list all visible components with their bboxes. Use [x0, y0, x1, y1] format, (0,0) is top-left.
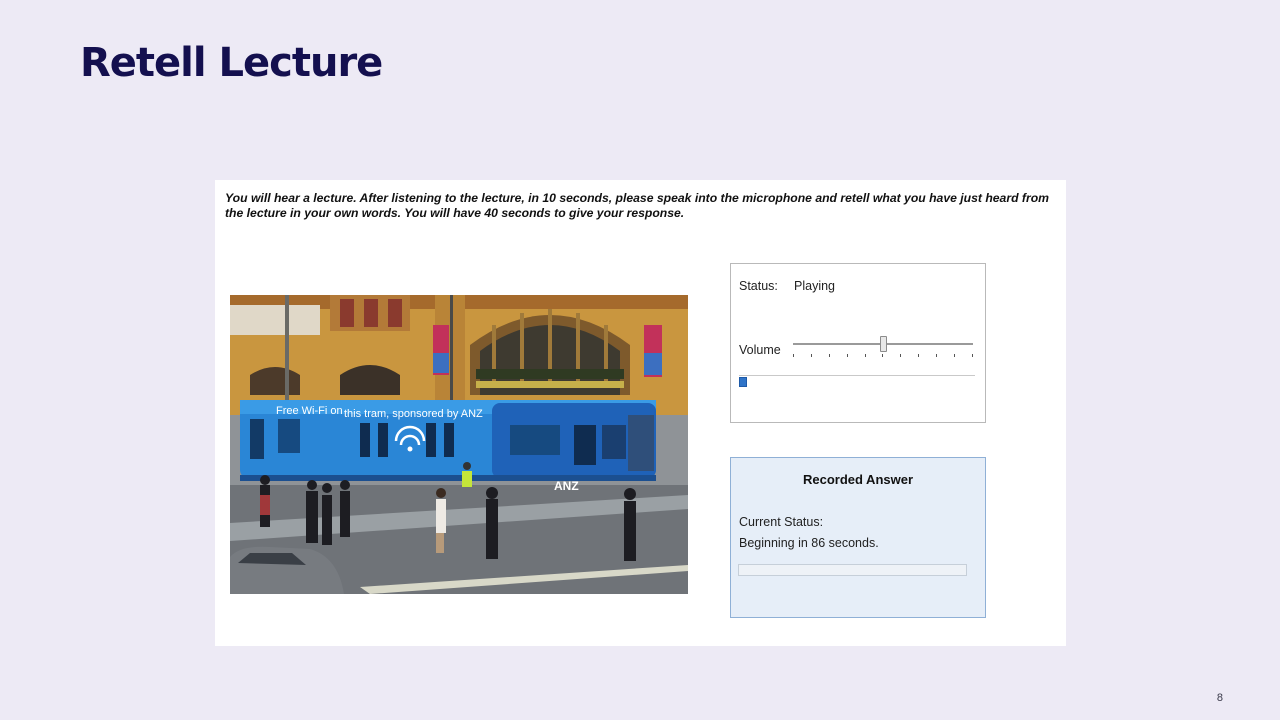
recorded-answer-title: Recorded Answer — [802, 472, 914, 487]
playback-progress-track — [739, 375, 975, 376]
tram-scene-image: Free Wi-Fi on this tram, sponsored by AN… — [230, 295, 688, 594]
audio-player: Status: Playing Volume — [730, 263, 986, 423]
current-status-label: Current Status: — [739, 515, 824, 529]
status-value: Playing — [794, 279, 835, 293]
tram-text-2: this tram, sponsored by ANZ — [344, 408, 483, 420]
recorded-answer-panel: Recorded Answer Current Status: Beginnin… — [730, 457, 986, 618]
current-status-value: Beginning in 86 seconds. — [739, 536, 879, 550]
volume-slider-ticks — [793, 354, 973, 357]
tram-text-1: Free Wi-Fi on — [276, 405, 343, 417]
lecture-photo: Free Wi-Fi on this tram, sponsored by AN… — [230, 295, 688, 594]
task-panel: You will hear a lecture. After listening… — [215, 180, 1066, 646]
tram-brand: ANZ — [554, 479, 579, 493]
volume-label: Volume — [739, 343, 781, 357]
task-instructions: You will hear a lecture. After listening… — [225, 191, 1049, 220]
record-progress-bar — [738, 564, 967, 576]
playback-progress-fill — [739, 377, 747, 387]
volume-slider-thumb[interactable] — [880, 336, 887, 352]
slide-title: Retell Lecture — [80, 40, 383, 86]
page-number: 8 — [1216, 692, 1223, 704]
status-label: Status: — [739, 279, 778, 293]
volume-slider[interactable] — [793, 336, 973, 358]
slide: Retell Lecture You will hear a lecture. … — [0, 0, 1280, 720]
